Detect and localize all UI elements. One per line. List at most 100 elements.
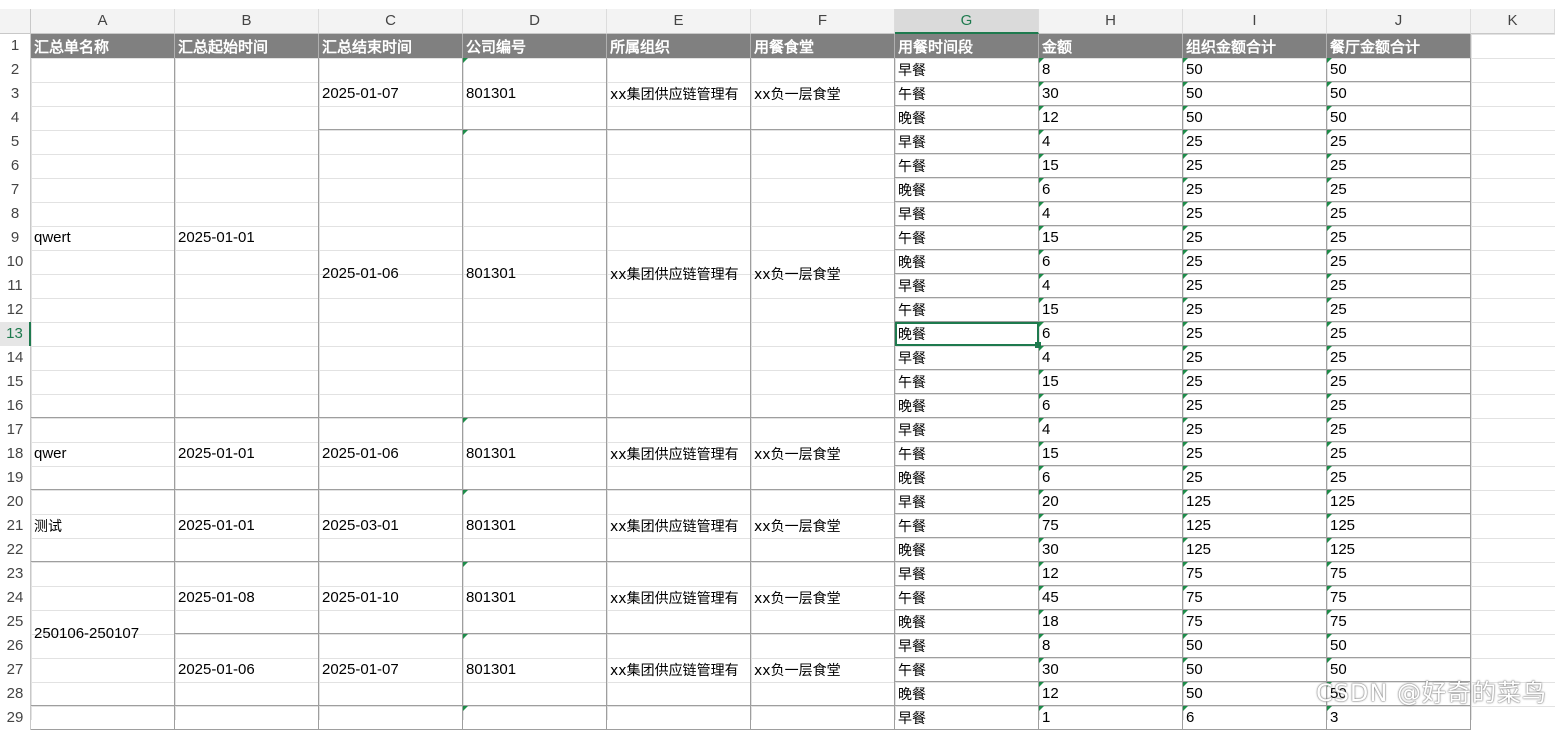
canteen-cell[interactable]	[751, 706, 895, 730]
meal-period-cell[interactable]: 午餐	[895, 154, 1039, 178]
canteen-total-cell[interactable]: 25	[1327, 394, 1471, 418]
amount-cell[interactable]: 6	[1039, 394, 1183, 418]
amount-cell[interactable]: 15	[1039, 298, 1183, 322]
canteen-total-cell[interactable]: 25	[1327, 154, 1471, 178]
start-date-cell[interactable]: 2025-01-06	[175, 634, 319, 706]
column-header-k[interactable]: K	[1471, 9, 1555, 34]
meal-period-cell[interactable]: 晚餐	[895, 250, 1039, 274]
org-total-cell[interactable]: 125	[1183, 538, 1327, 562]
row-header-12[interactable]: 12	[0, 298, 31, 322]
header-cell-c[interactable]: 汇总结束时间	[319, 34, 463, 58]
canteen-total-cell[interactable]: 75	[1327, 562, 1471, 586]
org-total-cell[interactable]: 25	[1183, 202, 1327, 226]
amount-cell[interactable]: 4	[1039, 274, 1183, 298]
company-code-cell[interactable]: 801301	[463, 490, 607, 562]
canteen-cell[interactable]: xx负一层食堂	[751, 58, 895, 130]
org-total-cell[interactable]: 25	[1183, 298, 1327, 322]
org-total-cell[interactable]: 25	[1183, 226, 1327, 250]
amount-cell[interactable]: 8	[1039, 634, 1183, 658]
org-total-cell[interactable]: 25	[1183, 442, 1327, 466]
header-cell-j[interactable]: 餐厅金额合计	[1327, 34, 1471, 58]
end-date-cell[interactable]: 2025-01-06	[319, 130, 463, 418]
organization-cell[interactable]: xx集团供应链管理有	[607, 58, 751, 130]
canteen-total-cell[interactable]: 25	[1327, 466, 1471, 490]
column-header-b[interactable]: B	[175, 9, 319, 34]
row-header-21[interactable]: 21	[0, 514, 31, 538]
org-total-cell[interactable]: 25	[1183, 250, 1327, 274]
row-header-14[interactable]: 14	[0, 346, 31, 370]
organization-cell[interactable]: xx集团供应链管理有	[607, 418, 751, 490]
end-date-cell[interactable]	[319, 706, 463, 730]
amount-cell[interactable]: 30	[1039, 82, 1183, 106]
meal-period-cell[interactable]: 晚餐	[895, 538, 1039, 562]
meal-period-cell[interactable]: 早餐	[895, 130, 1039, 154]
canteen-total-cell[interactable]: 25	[1327, 130, 1471, 154]
row-header-9[interactable]: 9	[0, 226, 31, 250]
amount-cell[interactable]: 6	[1039, 466, 1183, 490]
header-cell-b[interactable]: 汇总起始时间	[175, 34, 319, 58]
meal-period-cell[interactable]: 晚餐	[895, 106, 1039, 130]
column-header-d[interactable]: D	[463, 9, 607, 34]
amount-cell[interactable]: 15	[1039, 154, 1183, 178]
column-header-e[interactable]: E	[607, 9, 751, 34]
organization-cell[interactable]: xx集团供应链管理有	[607, 562, 751, 634]
org-total-cell[interactable]: 25	[1183, 346, 1327, 370]
end-date-cell[interactable]: 2025-01-06	[319, 418, 463, 490]
amount-cell[interactable]: 8	[1039, 58, 1183, 82]
header-cell-a[interactable]: 汇总单名称	[31, 34, 175, 58]
meal-period-cell[interactable]: 晚餐	[895, 682, 1039, 706]
canteen-total-cell[interactable]: 25	[1327, 274, 1471, 298]
canteen-total-cell[interactable]: 25	[1327, 298, 1471, 322]
row-header-11[interactable]: 11	[0, 274, 31, 298]
amount-cell[interactable]: 15	[1039, 370, 1183, 394]
amount-cell[interactable]: 1	[1039, 706, 1183, 730]
meal-period-cell[interactable]: 早餐	[895, 418, 1039, 442]
start-date-cell[interactable]	[175, 706, 319, 730]
meal-period-cell[interactable]: 早餐	[895, 490, 1039, 514]
org-total-cell[interactable]: 125	[1183, 514, 1327, 538]
column-header-a[interactable]: A	[31, 9, 175, 34]
canteen-total-cell[interactable]: 25	[1327, 178, 1471, 202]
amount-cell[interactable]: 20	[1039, 490, 1183, 514]
canteen-total-cell[interactable]: 25	[1327, 346, 1471, 370]
org-total-cell[interactable]: 50	[1183, 82, 1327, 106]
row-header-6[interactable]: 6	[0, 154, 31, 178]
meal-period-cell[interactable]: 晚餐	[895, 394, 1039, 418]
summary-name-cell[interactable]: 250106-250107	[31, 562, 175, 706]
row-header-23[interactable]: 23	[0, 562, 31, 586]
amount-cell[interactable]: 15	[1039, 442, 1183, 466]
amount-cell[interactable]: 4	[1039, 130, 1183, 154]
row-header-15[interactable]: 15	[0, 370, 31, 394]
header-cell-d[interactable]: 公司编号	[463, 34, 607, 58]
org-total-cell[interactable]: 25	[1183, 178, 1327, 202]
org-total-cell[interactable]: 25	[1183, 466, 1327, 490]
company-code-cell[interactable]: 801301	[463, 418, 607, 490]
column-header-f[interactable]: F	[751, 9, 895, 34]
canteen-total-cell[interactable]: 75	[1327, 610, 1471, 634]
canteen-cell[interactable]: xx负一层食堂	[751, 490, 895, 562]
end-date-cell[interactable]: 2025-01-10	[319, 562, 463, 634]
org-total-cell[interactable]: 75	[1183, 586, 1327, 610]
row-header-8[interactable]: 8	[0, 202, 31, 226]
company-code-cell[interactable]: 801301	[463, 130, 607, 418]
company-code-cell[interactable]	[463, 706, 607, 730]
summary-name-cell[interactable]: qwer	[31, 418, 175, 490]
column-header-j[interactable]: J	[1327, 9, 1471, 34]
header-cell-g[interactable]: 用餐时间段	[895, 34, 1039, 58]
org-total-cell[interactable]: 75	[1183, 562, 1327, 586]
canteen-total-cell[interactable]: 25	[1327, 442, 1471, 466]
row-header-20[interactable]: 20	[0, 490, 31, 514]
header-cell-f[interactable]: 用餐食堂	[751, 34, 895, 58]
amount-cell[interactable]: 12	[1039, 562, 1183, 586]
amount-cell[interactable]: 45	[1039, 586, 1183, 610]
organization-cell[interactable]: xx集团供应链管理有	[607, 634, 751, 706]
organization-cell[interactable]: xx集团供应链管理有	[607, 130, 751, 418]
org-total-cell[interactable]: 25	[1183, 418, 1327, 442]
company-code-cell[interactable]: 801301	[463, 634, 607, 706]
summary-name-cell[interactable]: qwert	[31, 58, 175, 418]
meal-period-cell[interactable]: 晚餐	[895, 610, 1039, 634]
row-header-7[interactable]: 7	[0, 178, 31, 202]
canteen-total-cell[interactable]: 125	[1327, 490, 1471, 514]
company-code-cell[interactable]: 801301	[463, 58, 607, 130]
canteen-total-cell[interactable]: 125	[1327, 514, 1471, 538]
